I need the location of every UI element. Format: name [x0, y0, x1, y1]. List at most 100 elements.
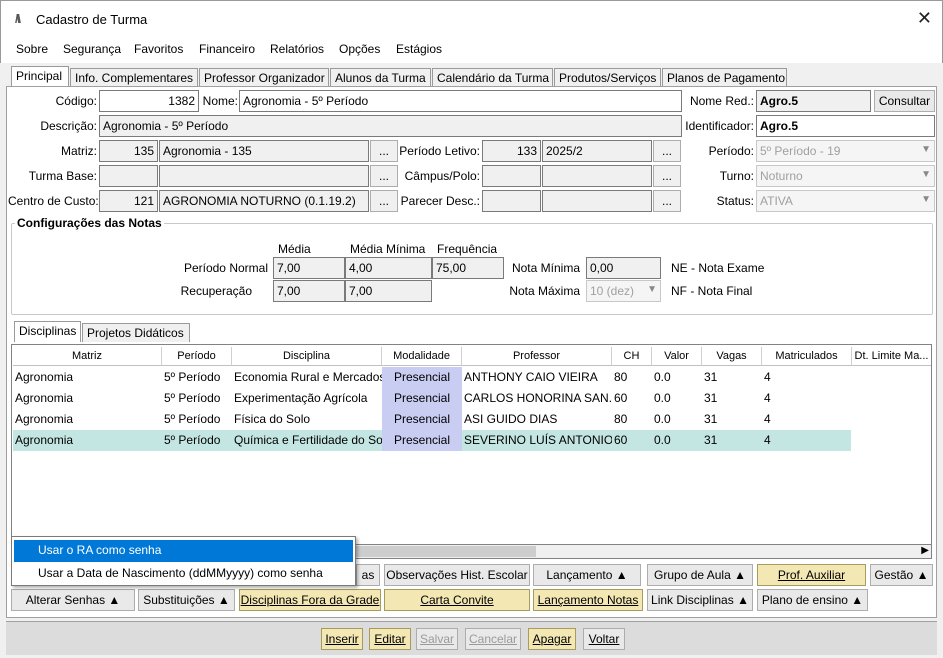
- cell-valor[interactable]: 0.0: [652, 430, 702, 451]
- pn-media-field[interactable]: 7,00: [273, 257, 345, 279]
- cell-matriculados[interactable]: 4: [762, 388, 852, 409]
- menu-item-usar-data-nascimento[interactable]: Usar a Data de Nascimento (ddMMyyyy) com…: [14, 563, 353, 585]
- menu-item-usar-ra[interactable]: Usar o RA como senha: [14, 540, 353, 562]
- menu-relatorios[interactable]: Relatórios: [270, 42, 324, 56]
- matriz-code-field[interactable]: 135: [99, 140, 158, 162]
- alterar-senhas-button[interactable]: Alterar Senhas ▲: [11, 589, 135, 611]
- link-disciplinas-button[interactable]: Link Disciplinas ▲: [647, 589, 753, 611]
- periodo-letivo-code-field[interactable]: 133: [482, 140, 541, 162]
- cell-professor[interactable]: ASI GUIDO DIAS: [462, 409, 612, 430]
- menu-favoritos[interactable]: Favoritos: [134, 42, 183, 56]
- col-matriculados[interactable]: Matriculados: [762, 347, 852, 366]
- pn-media-minima-field[interactable]: 4,00: [345, 257, 432, 279]
- editar-button[interactable]: Editar: [369, 628, 411, 650]
- centro-custo-code-field[interactable]: 121: [99, 190, 158, 212]
- cell-periodo[interactable]: 5º Período: [162, 430, 232, 451]
- voltar-button[interactable]: Voltar: [583, 628, 625, 650]
- close-icon[interactable]: ✕: [917, 8, 932, 29]
- cell-valor[interactable]: 0.0: [652, 388, 702, 409]
- substituicoes-button[interactable]: Substituições ▲: [138, 589, 235, 611]
- cell-matriz[interactable]: Agronomia: [13, 367, 162, 388]
- inserir-button[interactable]: Inserir: [321, 628, 363, 650]
- observacoes-hist-escolar-button[interactable]: Observações Hist. Escolar: [384, 564, 530, 586]
- codigo-field[interactable]: 1382: [99, 90, 199, 112]
- cell-professor[interactable]: SEVERINO LUÍS ANTONIO ...: [462, 430, 612, 451]
- periodo-letivo-lookup-button[interactable]: ...: [653, 140, 681, 162]
- cancelar-button[interactable]: Cancelar: [465, 628, 521, 650]
- pn-frequencia-field[interactable]: 75,00: [432, 257, 504, 279]
- cell-valor[interactable]: 0.0: [652, 367, 702, 388]
- col-periodo[interactable]: Período: [162, 347, 232, 366]
- campus-name-field[interactable]: [542, 165, 652, 187]
- col-modalidade[interactable]: Modalidade: [382, 347, 462, 366]
- centro-custo-name-field[interactable]: AGRONOMIA NOTURNO (0.1.19.2): [159, 190, 369, 212]
- cell-matriculados[interactable]: 4: [762, 430, 852, 451]
- identificador-field[interactable]: Agro.5: [756, 115, 935, 137]
- turma-base-code-field[interactable]: [99, 165, 158, 187]
- prof-auxiliar-button[interactable]: Prof. Auxiliar: [757, 564, 866, 586]
- parecer-name-field[interactable]: [542, 190, 652, 212]
- cell-vagas[interactable]: 31: [702, 409, 762, 430]
- menu-financeiro[interactable]: Financeiro: [199, 42, 255, 56]
- cell-disciplina[interactable]: Física do Solo: [232, 409, 382, 430]
- cell-professor[interactable]: ANTHONY CAIO VIEIRA: [462, 367, 612, 388]
- disciplinas-fora-da-grade-button[interactable]: Disciplinas Fora da Grade: [239, 589, 381, 611]
- cell-vagas[interactable]: 31: [702, 430, 762, 451]
- hidden-button-tail[interactable]: as: [356, 564, 380, 586]
- tab-professor-organizador[interactable]: Professor Organizador: [199, 68, 329, 87]
- cell-modalidade[interactable]: Presencial: [382, 388, 462, 409]
- cell-periodo[interactable]: 5º Período: [162, 367, 232, 388]
- scroll-right-icon[interactable]: ▶: [921, 545, 929, 556]
- turno-select[interactable]: Noturno ▼: [756, 165, 935, 187]
- menu-estagios[interactable]: Estágios: [396, 42, 442, 56]
- col-valor[interactable]: Valor: [652, 347, 702, 366]
- cell-matriz[interactable]: Agronomia: [13, 409, 162, 430]
- grupo-de-aula-button[interactable]: Grupo de Aula ▲: [647, 564, 753, 586]
- turma-base-lookup-button[interactable]: ...: [370, 165, 398, 187]
- campus-code-field[interactable]: [482, 165, 541, 187]
- rec-media-minima-field[interactable]: 7,00: [345, 280, 432, 302]
- cell-matriz[interactable]: Agronomia: [13, 430, 162, 451]
- cell-modalidade[interactable]: Presencial: [382, 430, 462, 451]
- cell-professor[interactable]: CARLOS HONORINA SAN...: [462, 388, 612, 409]
- lancamento-button[interactable]: Lançamento ▲: [533, 564, 641, 586]
- gestao-button[interactable]: Gestão ▲: [870, 564, 933, 586]
- turma-base-name-field[interactable]: [159, 165, 369, 187]
- cell-valor[interactable]: 0.0: [652, 409, 702, 430]
- tab-alunos-da-turma[interactable]: Alunos da Turma: [330, 68, 431, 87]
- cell-matriculados[interactable]: 4: [762, 409, 852, 430]
- cell-ch[interactable]: 80: [612, 409, 652, 430]
- parecer-lookup-button[interactable]: ...: [653, 190, 681, 212]
- nota-minima-field[interactable]: 0,00: [586, 257, 661, 279]
- apagar-button[interactable]: Apagar: [528, 628, 576, 650]
- campus-lookup-button[interactable]: ...: [653, 165, 681, 187]
- cell-disciplina[interactable]: Experimentação Agrícola: [232, 388, 382, 409]
- rec-media-field[interactable]: 7,00: [273, 280, 345, 302]
- col-ch[interactable]: CH: [612, 347, 652, 366]
- cell-vagas[interactable]: 31: [702, 388, 762, 409]
- col-dt-limite[interactable]: Dt. Limite Ma...: [852, 347, 931, 366]
- cell-periodo[interactable]: 5º Período: [162, 388, 232, 409]
- matriz-name-field[interactable]: Agronomia - 135: [159, 140, 369, 162]
- cell-ch[interactable]: 80: [612, 367, 652, 388]
- tab-principal[interactable]: Principal: [11, 66, 69, 87]
- tab-produtos-servicos[interactable]: Produtos/Serviços: [554, 68, 661, 87]
- cell-vagas[interactable]: 31: [702, 367, 762, 388]
- cell-matriz[interactable]: Agronomia: [13, 388, 162, 409]
- nota-maxima-select[interactable]: 10 (dez) ▼: [586, 280, 661, 302]
- cell-disciplina[interactable]: Química e Fertilidade do Solo: [232, 430, 382, 451]
- tab-disciplinas[interactable]: Disciplinas: [14, 321, 81, 342]
- menu-seguranca[interactable]: Segurança: [63, 42, 121, 56]
- status-select[interactable]: ATIVA ▼: [756, 190, 935, 212]
- salvar-button[interactable]: Salvar: [416, 628, 458, 650]
- cell-ch[interactable]: 60: [612, 388, 652, 409]
- cell-ch[interactable]: 60: [612, 430, 652, 451]
- col-vagas[interactable]: Vagas: [702, 347, 762, 366]
- centro-custo-lookup-button[interactable]: ...: [370, 190, 398, 212]
- consultar-button[interactable]: Consultar: [874, 90, 935, 112]
- descricao-field[interactable]: Agronomia - 5º Período: [99, 115, 682, 137]
- col-professor[interactable]: Professor: [462, 347, 612, 366]
- tab-projetos-didaticos[interactable]: Projetos Didáticos: [82, 323, 190, 342]
- parecer-code-field[interactable]: [482, 190, 541, 212]
- nome-field[interactable]: Agronomia - 5º Período: [239, 90, 682, 112]
